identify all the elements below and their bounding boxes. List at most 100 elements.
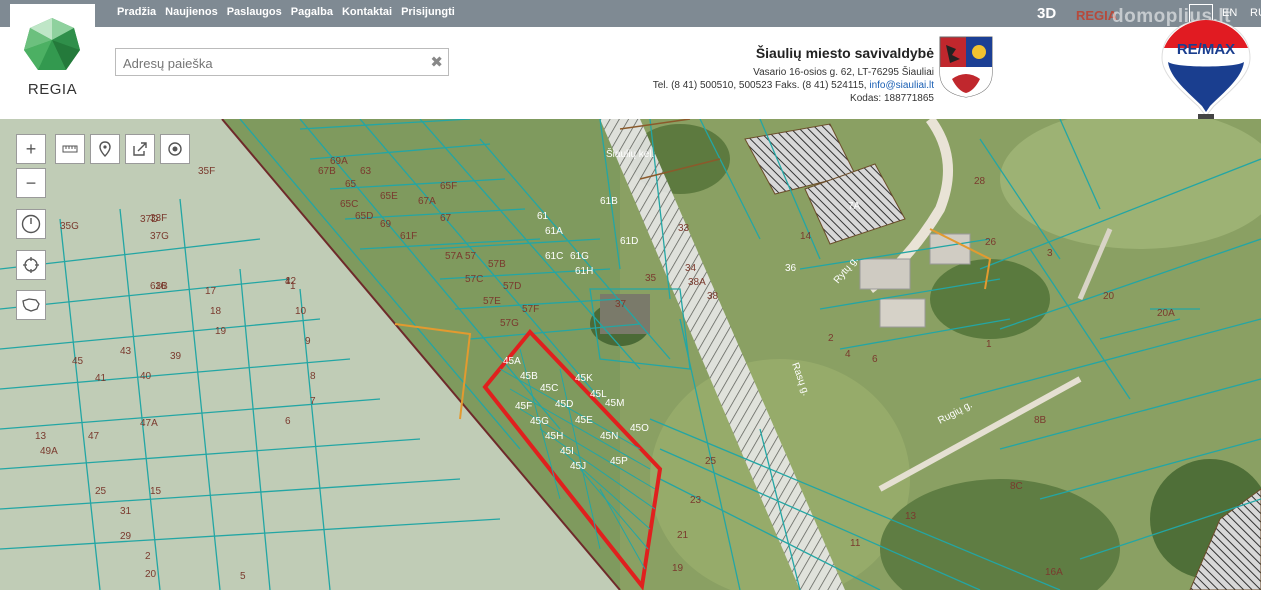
svg-text:13: 13 xyxy=(905,511,917,522)
municipality-info: Šiaulių miesto savivaldybė Vasario 16-os… xyxy=(653,45,934,105)
clock-icon xyxy=(21,214,41,234)
municipality-code: Kodas: 188771865 xyxy=(850,93,934,104)
svg-text:3: 3 xyxy=(1047,248,1053,259)
locate-button[interactable] xyxy=(16,250,46,280)
pin-icon xyxy=(99,141,111,157)
svg-text:57E: 57E xyxy=(483,296,501,307)
coat-of-arms-icon xyxy=(939,36,993,98)
svg-text:13: 13 xyxy=(35,431,47,442)
svg-text:61B: 61B xyxy=(600,196,618,207)
svg-text:34: 34 xyxy=(685,263,697,274)
svg-text:8B: 8B xyxy=(1034,415,1047,426)
svg-text:16: 16 xyxy=(155,281,167,292)
search-input[interactable] xyxy=(121,50,425,76)
svg-text:45K: 45K xyxy=(575,373,593,384)
svg-text:43: 43 xyxy=(120,346,132,357)
svg-text:35: 35 xyxy=(645,273,657,284)
svg-text:1: 1 xyxy=(986,339,992,350)
svg-text:47A: 47A xyxy=(140,418,158,429)
lithuania-map-icon xyxy=(22,298,40,312)
svg-text:57B: 57B xyxy=(488,259,506,270)
svg-text:4: 4 xyxy=(845,349,851,360)
svg-text:25: 25 xyxy=(95,486,107,497)
remax-logo: RE/MAX xyxy=(1161,19,1251,120)
regia-link[interactable]: REGIA xyxy=(1076,8,1117,23)
target-icon xyxy=(168,142,182,156)
phone-text: Tel. (8 41) 500510, 500523 Faks. (8 41) … xyxy=(652,80,870,91)
svg-text:39: 39 xyxy=(170,351,182,362)
svg-text:20: 20 xyxy=(145,569,157,580)
svg-text:33: 33 xyxy=(678,223,690,234)
svg-text:45N: 45N xyxy=(600,431,618,442)
marker-button[interactable] xyxy=(90,134,120,164)
svg-text:9: 9 xyxy=(305,336,311,347)
svg-text:37G: 37G xyxy=(150,231,169,242)
svg-text:69: 69 xyxy=(380,219,392,230)
svg-text:61A: 61A xyxy=(545,226,563,237)
nav-item-home[interactable]: Pradžia xyxy=(117,6,156,18)
svg-text:57C: 57C xyxy=(465,274,483,285)
plus-icon: + xyxy=(25,138,37,159)
svg-text:8: 8 xyxy=(310,371,316,382)
svg-text:45B: 45B xyxy=(520,371,538,382)
svg-text:63: 63 xyxy=(360,166,372,177)
svg-text:49A: 49A xyxy=(40,446,58,457)
svg-text:17: 17 xyxy=(205,286,217,297)
nav-item-login[interactable]: Prisijungti xyxy=(401,6,455,18)
address-search[interactable]: ✖ xyxy=(115,48,449,76)
svg-text:45E: 45E xyxy=(575,415,593,426)
svg-text:28: 28 xyxy=(974,176,986,187)
svg-text:67A: 67A xyxy=(418,196,436,207)
svg-text:65: 65 xyxy=(345,179,357,190)
svg-text:57F: 57F xyxy=(522,304,539,315)
svg-text:45F: 45F xyxy=(515,401,532,412)
zoom-in-button[interactable]: + xyxy=(16,134,46,164)
svg-text:14: 14 xyxy=(800,231,812,242)
map-view[interactable]: Rugių g. Rasų g. Rytų g. Šiaulių kel. 45… xyxy=(0,119,1261,590)
svg-text:6: 6 xyxy=(872,354,878,365)
svg-text:5: 5 xyxy=(240,571,246,582)
zoom-out-button[interactable]: − xyxy=(16,168,46,198)
svg-text:20: 20 xyxy=(1103,291,1115,302)
svg-text:67B: 67B xyxy=(318,166,336,177)
svg-text:2: 2 xyxy=(145,551,151,562)
municipality-address: Vasario 16-osios g. 62, LT-76295 Šiaulia… xyxy=(753,67,934,78)
svg-text:31: 31 xyxy=(120,506,132,517)
nav-item-help[interactable]: Pagalba xyxy=(291,6,333,18)
remax-text: RE/MAX xyxy=(1177,41,1235,58)
nav-item-services[interactable]: Paslaugos xyxy=(227,6,282,18)
svg-text:65C: 65C xyxy=(340,199,358,210)
3d-mode-button[interactable]: 3D xyxy=(1037,5,1056,22)
nav-item-contacts[interactable]: Kontaktai xyxy=(342,6,392,18)
svg-text:65E: 65E xyxy=(380,191,398,202)
history-button[interactable] xyxy=(16,209,46,239)
svg-text:10: 10 xyxy=(295,306,307,317)
email-link[interactable]: info@siauliai.lt xyxy=(869,80,934,91)
svg-text:67: 67 xyxy=(440,213,452,224)
map-canvas[interactable]: Rugių g. Rasų g. Rytų g. Šiaulių kel. 45… xyxy=(0,119,1261,590)
svg-text:19: 19 xyxy=(215,326,227,337)
minus-icon: − xyxy=(25,172,37,193)
target-button[interactable] xyxy=(160,134,190,164)
municipality-title: Šiaulių miesto savivaldybė xyxy=(755,45,934,61)
svg-text:61D: 61D xyxy=(620,236,638,247)
svg-text:45I: 45I xyxy=(560,446,574,457)
svg-text:57: 57 xyxy=(465,251,477,262)
svg-text:65F: 65F xyxy=(440,181,457,192)
svg-text:45O: 45O xyxy=(630,423,649,434)
svg-text:8C: 8C xyxy=(1010,481,1023,492)
svg-text:45D: 45D xyxy=(555,399,573,410)
svg-text:61G: 61G xyxy=(570,251,589,262)
share-icon xyxy=(133,142,147,156)
svg-text:33F: 33F xyxy=(150,213,167,224)
nav-item-news[interactable]: Naujienos xyxy=(165,6,218,18)
regia-logo[interactable]: REGIA xyxy=(10,4,95,117)
main-nav: Pradžia Naujienos Paslaugos Pagalba Kont… xyxy=(117,6,455,18)
lithuania-button[interactable] xyxy=(16,290,46,320)
svg-text:2: 2 xyxy=(828,333,834,344)
svg-text:38: 38 xyxy=(707,291,719,302)
measure-button[interactable] xyxy=(55,134,85,164)
clear-icon[interactable]: ✖ xyxy=(430,53,443,71)
svg-text:57G: 57G xyxy=(500,318,519,329)
share-button[interactable] xyxy=(125,134,155,164)
